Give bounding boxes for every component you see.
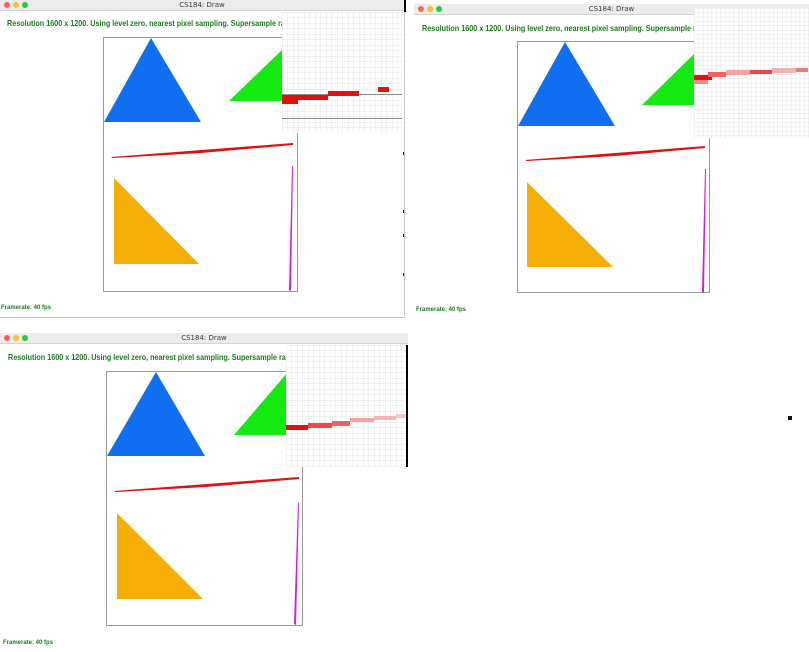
svg-canvas[interactable] xyxy=(106,371,303,627)
window-titlebar[interactable]: CS184: Draw xyxy=(0,0,404,11)
zoomed-red-pixels xyxy=(350,418,374,422)
zoomed-red-pixels xyxy=(708,72,726,77)
zoomed-red-pixels xyxy=(726,70,750,75)
zoomed-red-pixels xyxy=(332,421,350,426)
zoomed-red-pixels xyxy=(308,423,332,428)
cursor-marker xyxy=(788,416,792,420)
zoomed-red-pixels xyxy=(772,68,796,73)
window-title: CS184: Draw xyxy=(181,334,227,342)
zoomed-red-pixels xyxy=(796,68,808,72)
zoomed-red-pixels xyxy=(694,80,708,84)
svg-canvas[interactable] xyxy=(103,37,298,293)
zoomed-red-pixels xyxy=(282,95,298,104)
window-edge xyxy=(406,345,408,467)
svg-canvas[interactable] xyxy=(517,41,710,294)
zoomed-red-pixels xyxy=(328,91,359,96)
framerate-text: Framerate: 40 fps xyxy=(3,640,54,646)
draw-window-2: CS184: Draw Resolution 1600 x 1200. Usin… xyxy=(414,4,809,320)
draw-window-1: CS184: Draw Resolution 1600 x 1200. Usin… xyxy=(0,0,405,318)
zoomed-red-pixels xyxy=(378,87,389,92)
tick-mark xyxy=(403,273,404,276)
tick-mark xyxy=(403,210,404,213)
window-titlebar[interactable]: CS184: Draw xyxy=(0,333,408,344)
zoom-inset xyxy=(694,8,809,138)
zoom-inset xyxy=(282,12,402,133)
tick-mark xyxy=(403,152,404,155)
framerate-text: Framerate: 40 fps xyxy=(1,305,52,311)
window-title: CS184: Draw xyxy=(179,1,225,9)
zoom-separator xyxy=(282,118,402,119)
tick-mark xyxy=(403,234,404,237)
draw-window-3: CS184: Draw Resolution 1600 x 1200. Usin… xyxy=(0,333,408,652)
zoomed-red-pixels xyxy=(298,95,328,100)
zoomed-red-pixels xyxy=(396,414,406,418)
zoom-inset xyxy=(286,345,406,467)
zoomed-red-pixels xyxy=(286,425,308,430)
framerate-text: Framerate: 40 fps xyxy=(416,307,467,313)
zoomed-red-pixels xyxy=(750,70,772,74)
zoomed-red-pixels xyxy=(374,416,396,420)
window-edge xyxy=(404,0,406,12)
